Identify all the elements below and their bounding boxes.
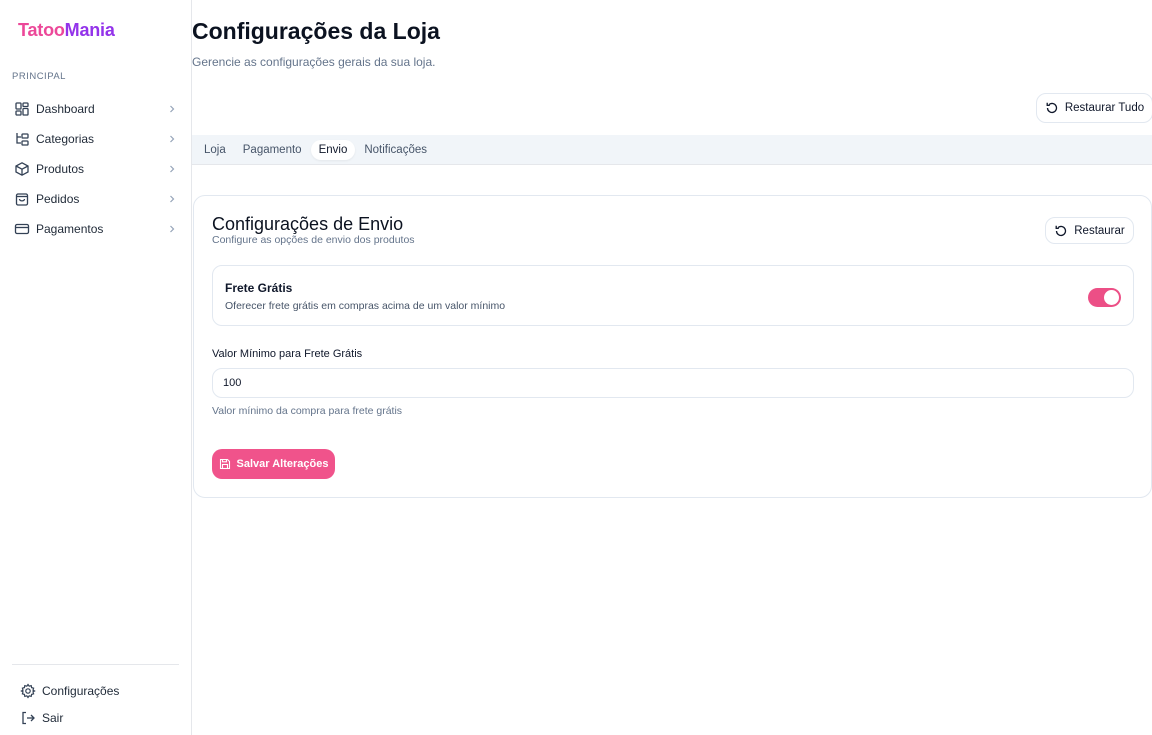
chevron-right-icon: [166, 223, 178, 235]
restore-label: Restaurar: [1074, 224, 1125, 237]
sidebar-item-label: Produtos: [36, 162, 85, 176]
min-value-label: Valor Mínimo para Frete Grátis: [212, 348, 363, 360]
dashboard-icon: [14, 101, 30, 117]
restore-button[interactable]: Restaurar: [1045, 217, 1134, 244]
main-content: Configurações da Loja Gerencie as config…: [192, 0, 1152, 735]
sidebar-item-label: Pagamentos: [36, 222, 104, 236]
sidebar-section-label: PRINCIPAL: [12, 71, 66, 82]
tab-envio[interactable]: Envio: [310, 139, 356, 160]
chevron-right-icon: [166, 193, 178, 205]
package-icon: [14, 161, 30, 177]
rotate-ccw-icon: [1054, 224, 1068, 238]
sidebar-item-pedidos[interactable]: Pedidos: [8, 184, 184, 214]
sidebar-divider: [12, 664, 179, 665]
sidebar-item-label: Dashboard: [36, 102, 95, 116]
restore-all-label: Restaurar Tudo: [1064, 102, 1145, 114]
app: TatooMania PRINCIPAL Dashboard Categoria…: [0, 0, 1152, 735]
free-shipping-description: Oferecer frete grátis em compras acima d…: [225, 300, 506, 312]
sidebar-nav: Dashboard Categorias Produtos Pedidos Pa…: [8, 94, 184, 244]
sidebar-item-produtos[interactable]: Produtos: [8, 154, 184, 184]
sidebar: TatooMania PRINCIPAL Dashboard Categoria…: [0, 0, 192, 735]
gear-icon: [20, 682, 36, 699]
save-changes-label: Salvar Alterações: [236, 458, 329, 470]
chevron-right-icon: [166, 133, 178, 145]
sidebar-item-dashboard[interactable]: Dashboard: [8, 94, 184, 124]
sidebar-item-categorias[interactable]: Categorias: [8, 124, 184, 154]
sidebar-item-label: Categorias: [36, 132, 95, 146]
page-title: Configurações da Loja: [192, 18, 440, 44]
sidebar-item-label: Sair: [42, 710, 64, 725]
folder-tree-icon: [14, 131, 30, 147]
shopping-bag-icon: [14, 191, 30, 207]
free-shipping-setting: Frete Grátis Oferecer frete grátis em co…: [212, 265, 1134, 326]
settings-tabs: Loja Pagamento Envio Notificações: [192, 135, 1152, 165]
restore-all-button[interactable]: Restaurar Tudo: [1036, 93, 1152, 123]
logout-icon: [20, 710, 36, 726]
free-shipping-title: Frete Grátis: [225, 281, 293, 295]
card-title: Configurações de Envio: [212, 214, 404, 234]
rotate-ccw-icon: [1045, 101, 1059, 115]
tab-loja[interactable]: Loja: [196, 140, 234, 160]
min-value-help: Valor mínimo da compra para frete grátis: [212, 405, 403, 417]
sidebar-bottom-nav: Configurações Sair: [14, 677, 184, 731]
sidebar-item-pagamentos[interactable]: Pagamentos: [8, 214, 184, 244]
page-subtitle: Gerencie as configurações gerais da sua …: [192, 55, 436, 69]
brand-logo[interactable]: TatooMania: [18, 20, 115, 41]
chevron-right-icon: [166, 163, 178, 175]
sidebar-item-label: Configurações: [42, 683, 120, 698]
sidebar-item-configuracoes[interactable]: Configurações: [14, 677, 184, 704]
shipping-settings-card: Configurações de Envio Configure as opçõ…: [193, 195, 1152, 498]
card-subtitle: Configure as opções de envio dos produto…: [212, 234, 415, 246]
brand-part-1: Tatoo: [18, 20, 65, 40]
save-changes-button[interactable]: Salvar Alterações: [212, 449, 335, 479]
chevron-right-icon: [166, 103, 178, 115]
sidebar-item-label: Pedidos: [36, 192, 80, 206]
brand-part-2: Mania: [64, 20, 115, 40]
save-icon: [219, 458, 231, 470]
tab-pagamento[interactable]: Pagamento: [235, 140, 310, 160]
tab-notificacoes[interactable]: Notificações: [356, 140, 435, 160]
credit-card-icon: [14, 221, 30, 237]
free-shipping-toggle[interactable]: [1088, 288, 1121, 307]
min-value-input[interactable]: [212, 368, 1134, 398]
toggle-knob: [1104, 290, 1119, 305]
sidebar-item-sair[interactable]: Sair: [14, 704, 184, 731]
